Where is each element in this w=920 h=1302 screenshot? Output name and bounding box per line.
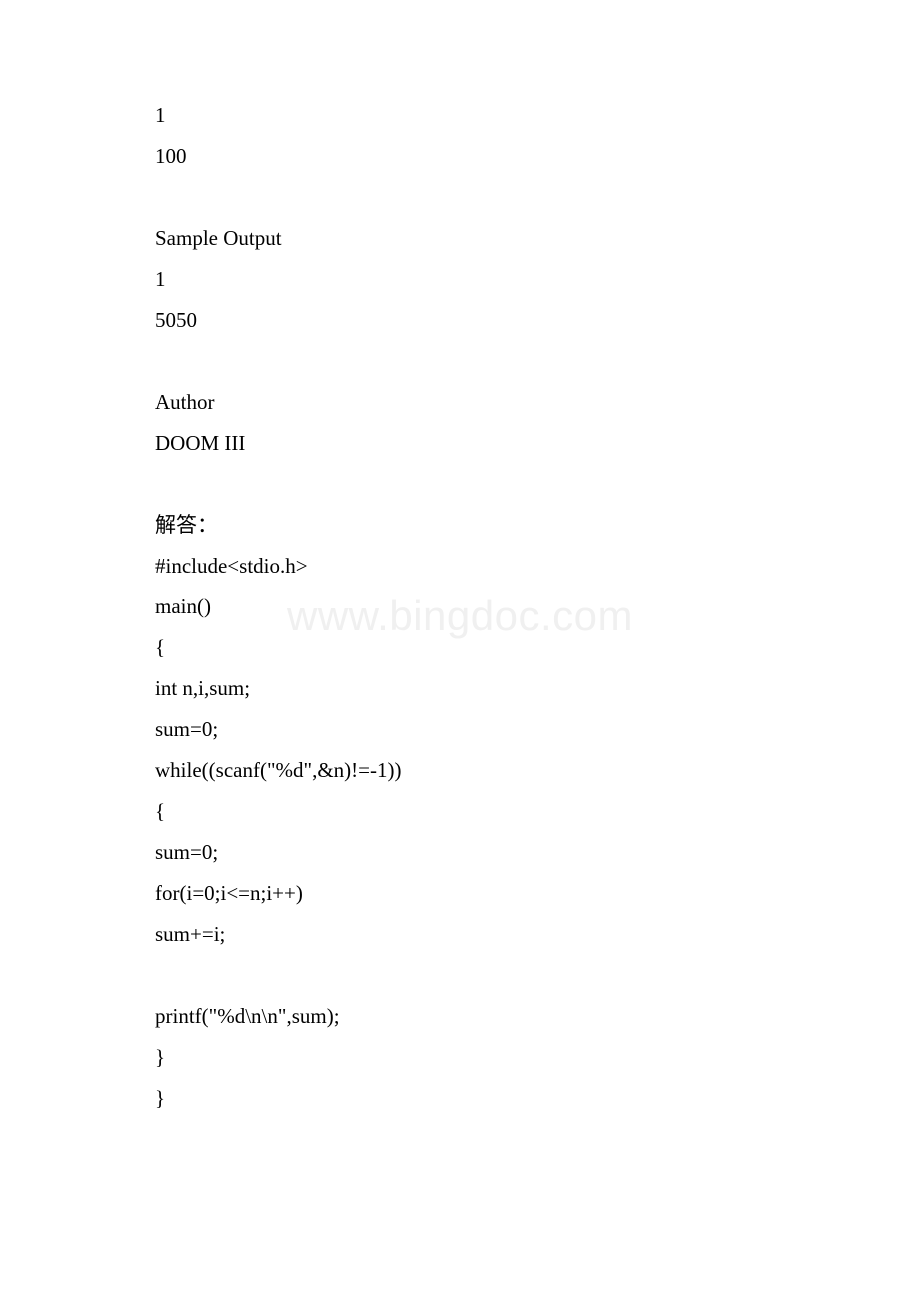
- code-line: while((scanf("%d",&n)!=-1)): [155, 750, 765, 791]
- code-line: {: [155, 627, 765, 668]
- code-line: int n,i,sum;: [155, 668, 765, 709]
- blank-line: [155, 177, 765, 218]
- text-line: 5050: [155, 300, 765, 341]
- code-line: main(): [155, 586, 765, 627]
- code-line: {: [155, 791, 765, 832]
- text-line: 1: [155, 95, 765, 136]
- code-line: printf("%d\n\n",sum);: [155, 996, 765, 1037]
- blank-line: [155, 955, 765, 996]
- blank-line: [155, 341, 765, 382]
- section-heading-solution: 解答：: [155, 505, 765, 546]
- code-line: for(i=0;i<=n;i++): [155, 873, 765, 914]
- blank-line: [155, 464, 765, 505]
- code-line: }: [155, 1078, 765, 1119]
- text-line: 1: [155, 259, 765, 300]
- code-line: }: [155, 1037, 765, 1078]
- code-line: sum=0;: [155, 709, 765, 750]
- document-body: 1 100 Sample Output 1 5050 Author DOOM I…: [155, 95, 765, 1119]
- code-line: sum=0;: [155, 832, 765, 873]
- code-line: sum+=i;: [155, 914, 765, 955]
- text-line: DOOM III: [155, 423, 765, 464]
- section-heading-author: Author: [155, 382, 765, 423]
- code-line: #include<stdio.h>: [155, 546, 765, 587]
- section-heading-sample-output: Sample Output: [155, 218, 765, 259]
- text-line: 100: [155, 136, 765, 177]
